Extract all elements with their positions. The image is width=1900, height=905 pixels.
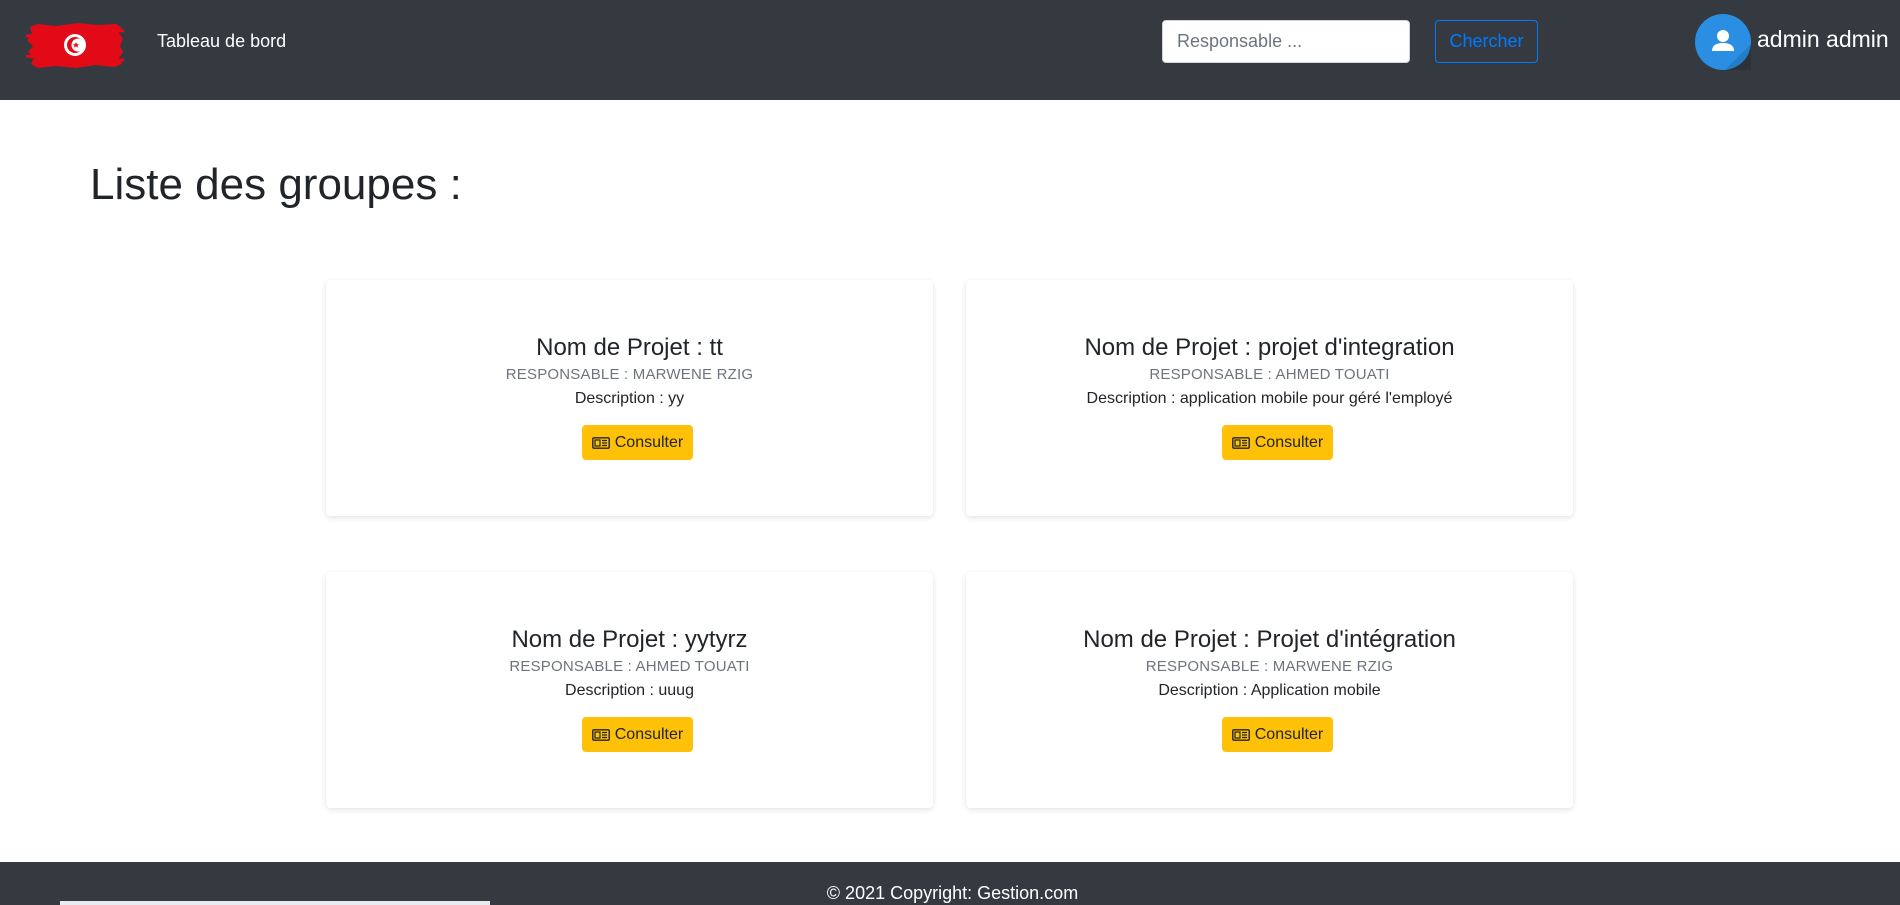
tunisia-flag-icon[interactable] (26, 21, 124, 70)
group-card: Nom de Projet : Projet d'intégration Res… (966, 572, 1573, 808)
page-title: Liste des groupes : (90, 160, 462, 209)
card-description: Description : yy (574, 390, 685, 407)
card-subtitle-responsable: Responsable : Marwene Rzig (505, 366, 754, 383)
id-card-icon (591, 436, 610, 449)
card-description: Description : application mobile pour gé… (1086, 390, 1453, 407)
brand-link[interactable]: Tableau de bord (157, 30, 286, 52)
consult-button[interactable]: Consulter (582, 425, 693, 460)
user-avatar-icon (1712, 30, 1751, 70)
id-card-icon (1231, 436, 1250, 449)
card-description: Description : Application mobile (1158, 682, 1381, 699)
card-title: Nom de Projet : projet d'integration (1084, 334, 1455, 361)
card-subtitle-responsable: Responsable : Ahmed Touati (509, 658, 750, 675)
consult-button-label: Consulter (614, 433, 684, 451)
footer-divider (60, 901, 490, 905)
id-card-icon (1231, 728, 1250, 741)
card-subtitle-responsable: Responsable : Ahmed Touati (1149, 366, 1390, 383)
card-title: Nom de Projet : Projet d'intégration (1083, 626, 1456, 653)
user-name[interactable]: admin admin (1757, 25, 1889, 53)
footer-copyright-text: © 2021 Copyright: Gestion.com (826, 883, 1079, 903)
group-card: Nom de Projet : yytyrz Responsable : Ahm… (326, 572, 933, 808)
search-button[interactable]: Chercher (1435, 20, 1538, 63)
avatar[interactable] (1695, 14, 1751, 70)
navbar: Tableau de bord Chercher admin admin (0, 0, 1900, 100)
search-input[interactable] (1162, 20, 1410, 63)
card-description: Description : uuug (565, 682, 694, 699)
consult-button[interactable]: Consulter (582, 717, 693, 752)
card-subtitle-responsable: Responsable : Marwene Rzig (1145, 658, 1394, 675)
group-card: Nom de Projet : tt Responsable : Marwene… (326, 280, 933, 516)
consult-button[interactable]: Consulter (1222, 425, 1333, 460)
group-card: Nom de Projet : projet d'integration Res… (966, 280, 1573, 516)
consult-button-label: Consulter (1254, 433, 1324, 451)
footer: © 2021 Copyright: Gestion.com (0, 862, 1900, 905)
id-card-icon (591, 728, 610, 741)
consult-button-label: Consulter (614, 725, 684, 743)
card-title: Nom de Projet : yytyrz (511, 626, 748, 653)
consult-button[interactable]: Consulter (1222, 717, 1333, 752)
consult-button-label: Consulter (1254, 725, 1324, 743)
card-title: Nom de Projet : tt (536, 334, 723, 361)
